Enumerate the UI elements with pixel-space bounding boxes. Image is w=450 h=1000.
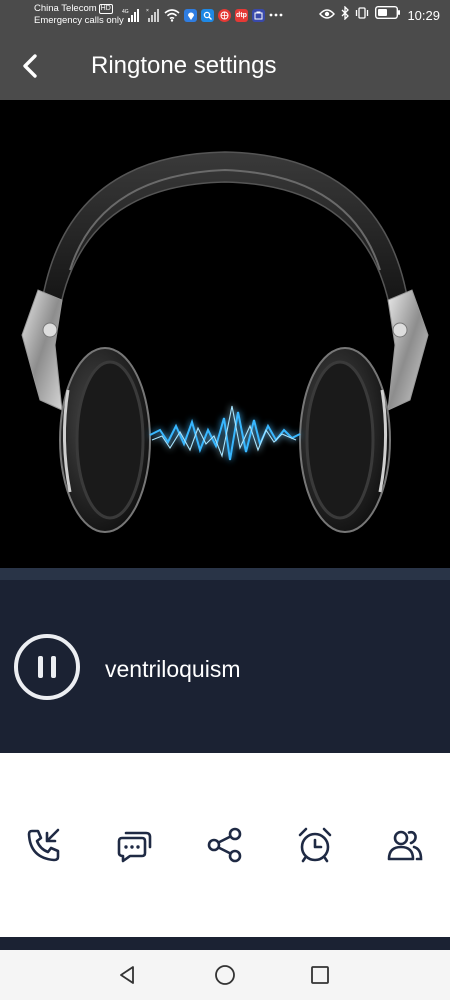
emergency-text: Emergency calls only xyxy=(34,15,124,26)
clock-time: 10:29 xyxy=(407,7,440,23)
set-call-ringtone-button[interactable] xyxy=(22,823,66,867)
bluetooth-icon xyxy=(341,4,350,25)
headphones-image xyxy=(21,151,429,533)
app-header: Ringtone settings xyxy=(0,32,450,100)
carrier-info: China Telecom HD Emergency calls only xyxy=(34,3,124,27)
ringtone-actions xyxy=(0,753,450,937)
share-button[interactable] xyxy=(203,823,247,867)
browser-app-icon xyxy=(218,8,231,22)
signal-strength-2-icon: × xyxy=(146,8,160,22)
pause-icon xyxy=(38,656,43,678)
pause-button[interactable] xyxy=(14,634,80,700)
contacts-icon xyxy=(387,830,423,861)
page-title: Ringtone settings xyxy=(91,52,277,79)
status-right: 10:29 xyxy=(319,4,440,25)
player-divider xyxy=(0,568,450,580)
svg-text:×: × xyxy=(146,8,149,14)
wifi-icon xyxy=(164,8,180,22)
chevron-left-icon xyxy=(23,54,37,78)
share-icon xyxy=(207,827,242,863)
back-button[interactable] xyxy=(10,46,50,86)
track-name: ventriloquism xyxy=(105,656,241,682)
nav-recents-button[interactable] xyxy=(305,962,335,988)
carrier-name: China Telecom xyxy=(34,3,97,14)
dtp-app-icon: dtp xyxy=(235,8,248,22)
battery-icon xyxy=(375,5,401,24)
alarm-clock-icon xyxy=(298,827,332,863)
phone-incoming-icon xyxy=(27,828,60,862)
signal-strength-icon: 4G xyxy=(122,8,142,22)
set-message-tone-button[interactable] xyxy=(112,823,156,867)
more-icon xyxy=(269,13,283,17)
player-panel: ventriloquism xyxy=(0,568,450,753)
store-app-icon xyxy=(252,8,265,22)
status-icons: 4G × dtp xyxy=(122,7,283,23)
vibrate-icon xyxy=(355,6,369,25)
ringtone-artwork xyxy=(0,100,450,568)
bottom-divider xyxy=(0,937,450,950)
network-type: 4G xyxy=(122,9,129,15)
eye-comfort-icon xyxy=(319,6,336,24)
nav-home-button[interactable] xyxy=(210,962,240,988)
message-icon xyxy=(117,831,152,863)
hd-badge: HD xyxy=(98,4,113,14)
pause-icon-bar xyxy=(51,656,56,678)
sound-wave xyxy=(149,405,301,461)
set-alarm-button[interactable] xyxy=(293,823,337,867)
nav-recents-icon xyxy=(311,966,329,984)
status-bar: China Telecom HD Emergency calls only 4G … xyxy=(0,0,450,32)
nav-home-icon xyxy=(215,965,235,985)
nav-back-button[interactable] xyxy=(113,962,143,988)
search-app-icon xyxy=(201,8,214,22)
location-pin-icon xyxy=(184,8,197,22)
set-contact-ringtone-button[interactable] xyxy=(383,823,427,867)
nav-back-icon xyxy=(120,966,134,984)
system-nav-bar xyxy=(0,950,450,1000)
